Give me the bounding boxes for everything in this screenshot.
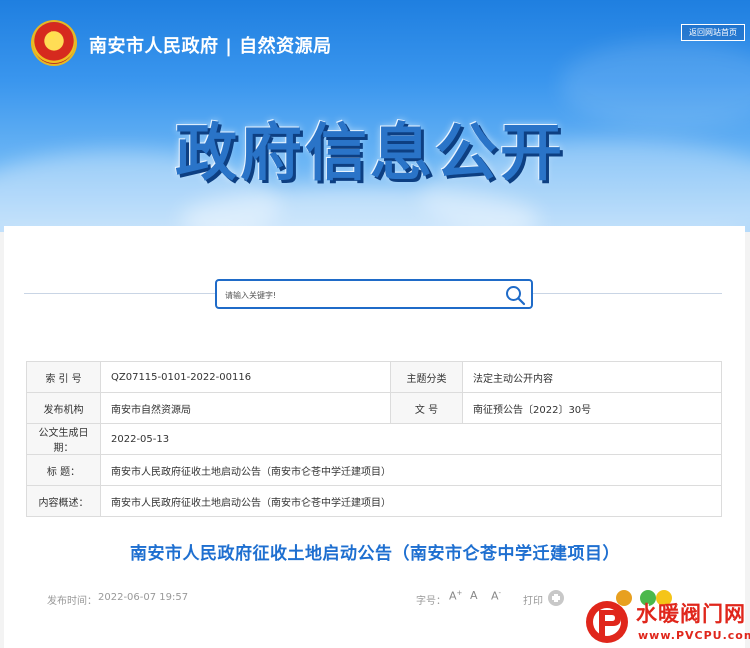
font-size-letter: A bbox=[449, 589, 457, 603]
watermark-name: 水暖阀门网 bbox=[636, 602, 746, 626]
table-row: 发布机构 南安市自然资源局 文 号 南征预公告〔2022〕30号 bbox=[26, 392, 722, 424]
font-size-large-button[interactable]: A+ bbox=[449, 589, 462, 603]
table-row: 公文生成日期： 2022-05-13 bbox=[26, 423, 722, 455]
search-input[interactable] bbox=[225, 286, 495, 304]
title-value: 南安市人民政府征收土地启动公告（南安市仑苍中学迁建项目） bbox=[100, 454, 722, 486]
docno-value: 南征预公告〔2022〕30号 bbox=[462, 392, 722, 424]
header-banner: 南安市人民政府 | 自然资源局 返回网站首页 政府信息公开 bbox=[0, 0, 750, 232]
site-title: 南安市人民政府 | 自然资源局 bbox=[89, 36, 332, 57]
topic-label: 主题分类 bbox=[390, 361, 463, 393]
watermark: 水暖阀门网 www.PVCPU.com bbox=[583, 594, 750, 648]
docno-label: 文 号 bbox=[390, 392, 463, 424]
font-size-letter: A bbox=[470, 589, 478, 602]
summary-label: 内容概述： bbox=[26, 485, 101, 517]
font-size-label: 字号： bbox=[416, 596, 446, 607]
font-size-large-sign: + bbox=[456, 589, 463, 597]
hero-title: 政府信息公开 bbox=[175, 116, 566, 189]
table-row: 标 题： 南安市人民政府征收土地启动公告（南安市仑苍中学迁建项目） bbox=[26, 454, 722, 486]
print-icon[interactable] bbox=[548, 590, 564, 606]
publisher-value: 南安市自然资源局 bbox=[100, 392, 391, 424]
watermark-url: www.PVCPU.com bbox=[638, 629, 750, 642]
publish-time-value: 2022-06-07 19:57 bbox=[98, 592, 189, 603]
search-box bbox=[215, 279, 533, 309]
title-label: 标 题： bbox=[26, 454, 101, 486]
font-size-small-button[interactable]: A- bbox=[491, 589, 501, 603]
divider bbox=[532, 293, 722, 294]
watermark-logo-icon bbox=[586, 601, 628, 643]
index-value: QZ07115-0101-2022-00116 bbox=[100, 361, 391, 393]
publish-time-label: 发布时间： bbox=[47, 596, 97, 607]
cloud-decoration bbox=[560, 40, 750, 130]
font-size-letter: A bbox=[491, 589, 499, 603]
divider bbox=[24, 293, 216, 294]
article-title: 南安市人民政府征收土地启动公告（南安市仑苍中学迁建项目） bbox=[130, 544, 620, 564]
info-table: 索 引 号 QZ07115-0101-2022-00116 主题分类 法定主动公… bbox=[26, 361, 722, 517]
back-home-button[interactable]: 返回网站首页 bbox=[681, 24, 745, 41]
index-label: 索 引 号 bbox=[26, 361, 101, 393]
date-value: 2022-05-13 bbox=[100, 423, 722, 455]
table-row: 索 引 号 QZ07115-0101-2022-00116 主题分类 法定主动公… bbox=[26, 361, 722, 393]
font-size-small-sign: - bbox=[498, 589, 502, 597]
national-emblem-icon bbox=[33, 22, 75, 64]
summary-value: 南安市人民政府征收土地启动公告（南安市仑苍中学迁建项目） bbox=[100, 485, 722, 517]
table-row: 内容概述： 南安市人民政府征收土地启动公告（南安市仑苍中学迁建项目） bbox=[26, 485, 722, 517]
publisher-label: 发布机构 bbox=[26, 392, 101, 424]
topic-value: 法定主动公开内容 bbox=[462, 361, 722, 393]
date-label: 公文生成日期： bbox=[26, 423, 101, 455]
font-size-default-button[interactable]: A bbox=[470, 589, 478, 602]
print-label[interactable]: 打印 bbox=[523, 592, 543, 607]
search-icon[interactable] bbox=[504, 284, 526, 306]
